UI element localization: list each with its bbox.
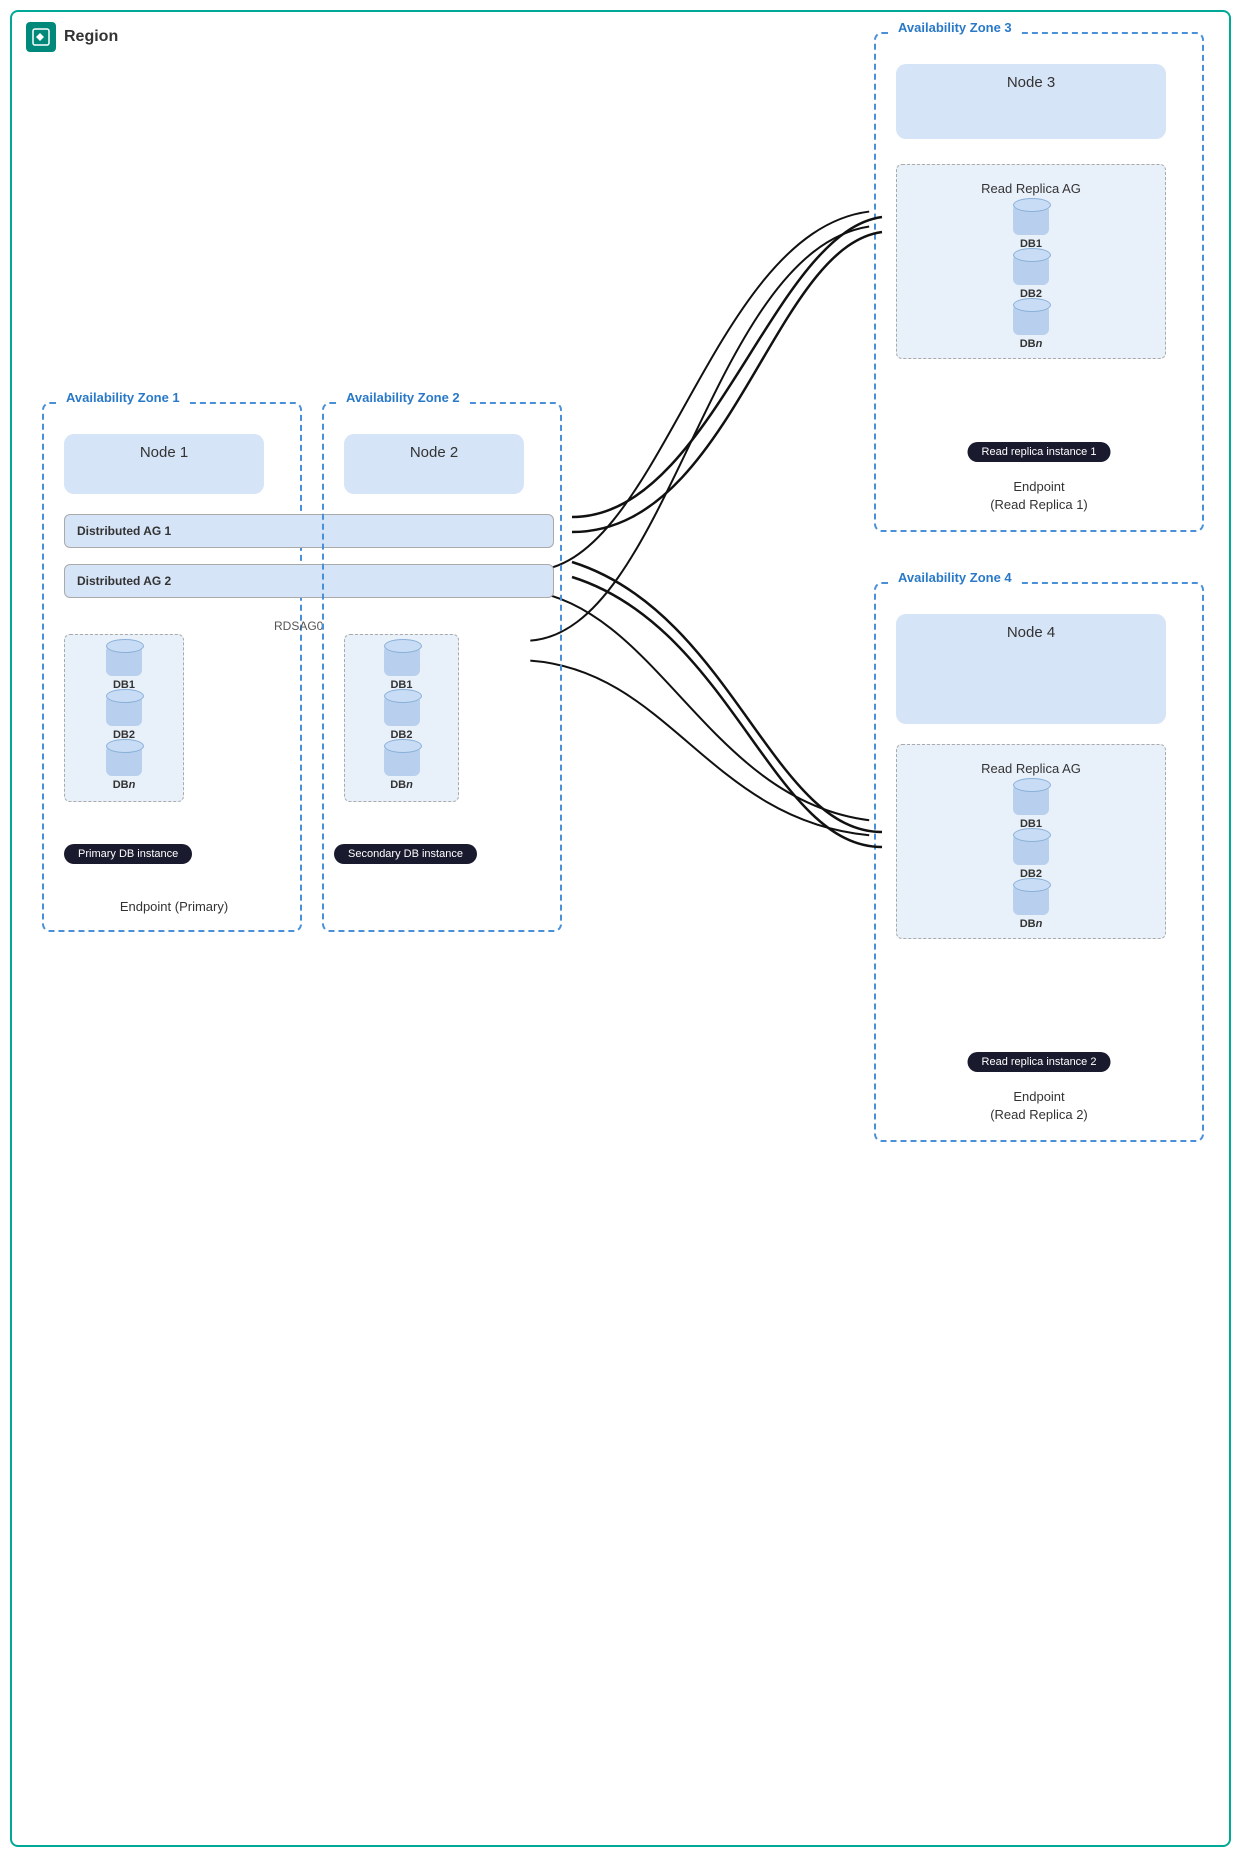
rr-instance2-badge: Read replica instance 2: [968, 1052, 1111, 1072]
node3-label: Node 3: [896, 64, 1166, 91]
db1-az3-shape: [1013, 204, 1049, 234]
db1-az2-shape: [384, 645, 420, 675]
rr-instance1-badge-wrapper: Read replica instance 1: [968, 442, 1111, 460]
rr-instance1-badge: Read replica instance 1: [968, 442, 1111, 462]
db2-az4: DB2: [1013, 834, 1049, 880]
primary-badge-wrapper: Primary DB instance: [64, 844, 192, 862]
db-cluster-az2: DB1 DB2 DBn: [344, 634, 459, 802]
node2-label: Node 2: [344, 434, 524, 461]
endpoint-rr2: Endpoint(Read Replica 2): [876, 1088, 1202, 1124]
secondary-db-instance-badge: Secondary DB instance: [334, 844, 477, 864]
region-icon: [26, 22, 56, 52]
az2-label: Availability Zone 2: [340, 390, 466, 405]
az4-label: Availability Zone 4: [892, 570, 1018, 585]
az3-label: Availability Zone 3: [892, 20, 1018, 35]
primary-db-instance-badge: Primary DB instance: [64, 844, 192, 864]
region-container: Region Availability Zone 1 Node 1 Distri…: [10, 10, 1231, 1847]
dbn-az1: DBn: [106, 745, 142, 791]
db2-az1-shape: [106, 695, 142, 725]
node2-box: Node 2: [344, 434, 524, 494]
dbn-az4: DBn: [1013, 884, 1049, 930]
db1-az4-shape: [1013, 784, 1049, 814]
db2-az3: DB2: [1013, 254, 1049, 300]
rr-instance2-badge-wrapper: Read replica instance 2: [968, 1052, 1111, 1070]
dbn-az2: DBn: [384, 745, 420, 791]
rr-ag-box-az3: Read Replica AG DB1 DB2 DBn: [896, 164, 1166, 359]
availability-zone-1: Availability Zone 1 Node 1 Distributed A…: [42, 402, 302, 932]
endpoint-rr1: Endpoint(Read Replica 1): [876, 478, 1202, 514]
db1-az3: DB1: [1013, 204, 1049, 250]
availability-zone-4: Availability Zone 4 Node 4 Read Replica …: [874, 582, 1204, 1142]
dbn-az3: DBn: [1013, 304, 1049, 350]
node1-box: Node 1: [64, 434, 264, 494]
db-cluster-az1: DB1 DB2 DBn: [64, 634, 184, 802]
dbn-az3-shape: [1013, 304, 1049, 334]
availability-zone-2: Availability Zone 2 Node 2 DB1 DB2 DBn S…: [322, 402, 562, 932]
db1-az1-shape: [106, 645, 142, 675]
node1-label: Node 1: [64, 434, 264, 461]
node4-box: Node 4: [896, 614, 1166, 724]
db1-az4: DB1: [1013, 784, 1049, 830]
rr-ag-box-az4: Read Replica AG DB1 DB2 DBn: [896, 744, 1166, 939]
rr-ag-label-az3: Read Replica AG: [913, 173, 1149, 200]
node3-box: Node 3: [896, 64, 1166, 139]
secondary-badge-wrapper: Secondary DB instance: [334, 844, 477, 862]
node4-label: Node 4: [896, 614, 1166, 641]
dbn-az4-shape: [1013, 884, 1049, 914]
db1-az2: DB1: [384, 645, 420, 691]
db2-az4-shape: [1013, 834, 1049, 864]
az1-label: Availability Zone 1: [60, 390, 186, 405]
db2-az1: DB2: [106, 695, 142, 741]
db2-az2-shape: [384, 695, 420, 725]
db2-az2: DB2: [384, 695, 420, 741]
availability-zone-3: Availability Zone 3 Node 3 Read Replica …: [874, 32, 1204, 532]
rr-ag-label-az4: Read Replica AG: [913, 753, 1149, 780]
dbn-az1-shape: [106, 745, 142, 775]
db1-az1: DB1: [106, 645, 142, 691]
region-title: Region: [64, 28, 118, 46]
endpoint-primary: Endpoint (Primary): [64, 898, 284, 916]
rdsag-label: RDSAG0: [274, 619, 323, 633]
db2-az3-shape: [1013, 254, 1049, 284]
dbn-az2-shape: [384, 745, 420, 775]
